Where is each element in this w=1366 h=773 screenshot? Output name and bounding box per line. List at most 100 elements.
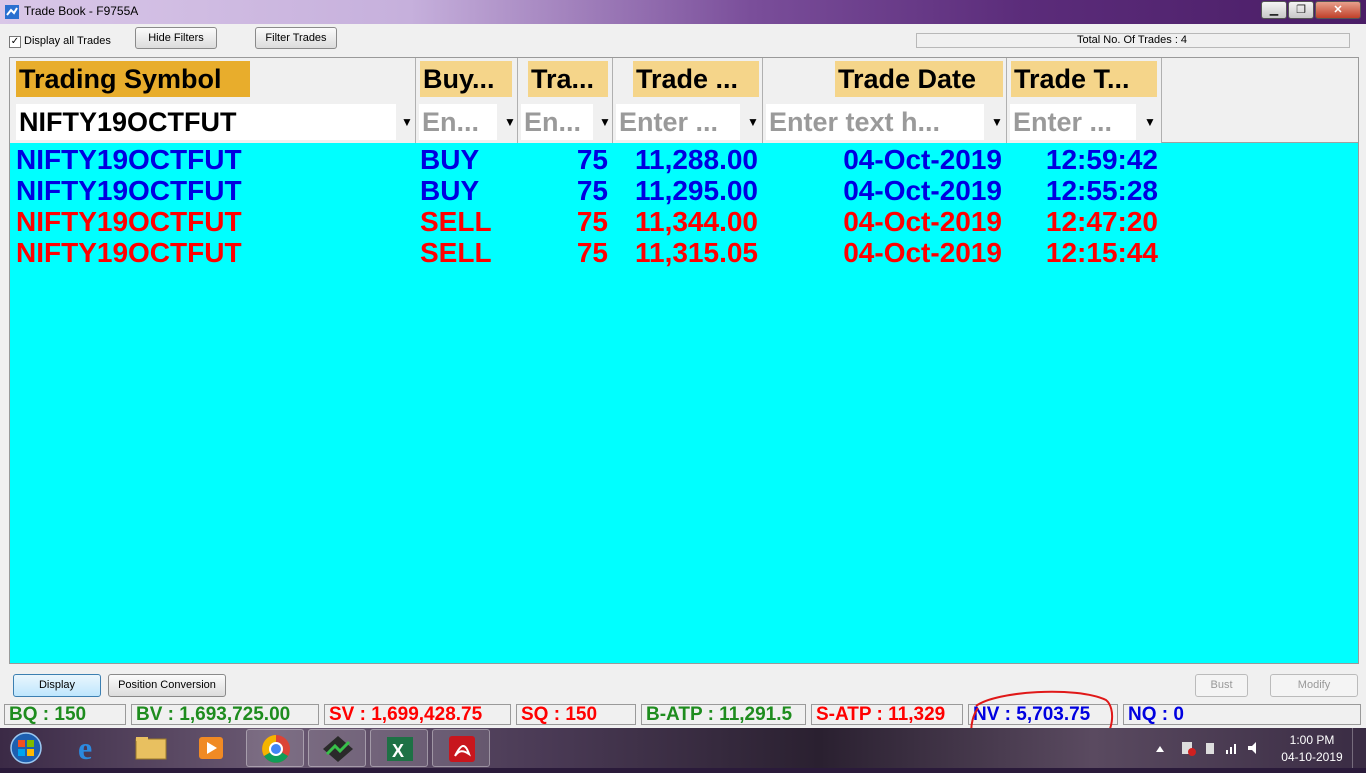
filter-trades-button[interactable]: Filter Trades <box>255 27 337 49</box>
cell-qty: 75 <box>576 144 608 175</box>
column-header-label: Tra... <box>528 61 608 97</box>
filter-cell-trade-date: Enter text h... ▼ <box>763 101 1007 143</box>
clock-date[interactable]: 04-10-2019 <box>1278 750 1346 764</box>
cell-price: 11,288.00 <box>634 144 758 175</box>
filter-cell-trade-price: Enter ... ▼ <box>613 101 763 143</box>
column-header-buy-sell[interactable]: Buy... <box>416 58 518 101</box>
display-all-trades-checkbox[interactable]: ✓ <box>9 36 21 48</box>
cell-symbol: NIFTY19OCTFUT <box>16 206 242 237</box>
app-icon <box>5 5 19 19</box>
cell-price: 11,344.00 <box>634 206 758 237</box>
hide-filters-button[interactable]: Hide Filters <box>135 27 217 49</box>
status-nq: NQ : 0 <box>1123 704 1361 725</box>
cell-side: SELL <box>420 237 492 268</box>
column-header-label: Trade T... <box>1011 61 1157 97</box>
cell-date: 04-Oct-2019 <box>843 175 1002 206</box>
column-header-trade-qty[interactable]: Tra... <box>518 58 613 101</box>
start-orb-icon[interactable] <box>0 729 54 767</box>
cell-date: 04-Oct-2019 <box>843 206 1002 237</box>
status-b-atp: B-ATP : 11,291.5 <box>641 704 806 725</box>
maximize-button[interactable]: ❐ <box>1288 1 1314 19</box>
cell-symbol: NIFTY19OCTFUT <box>16 175 242 206</box>
filter-funnel-icon[interactable]: ▼ <box>747 115 759 129</box>
column-header-trade-date[interactable]: Trade Date <box>763 58 1007 101</box>
cell-time: 12:55:28 <box>1045 175 1158 206</box>
status-bq: BQ : 150 <box>4 704 126 725</box>
cell-side: BUY <box>420 175 480 206</box>
bust-button[interactable]: Bust <box>1195 674 1248 697</box>
cell-side: SELL <box>420 206 492 237</box>
cell-side: BUY <box>420 144 480 175</box>
filter-input-trade-date[interactable]: Enter text h... <box>766 104 984 140</box>
trading-terminal-icon[interactable] <box>308 729 366 767</box>
position-conversion-button[interactable]: Position Conversion <box>108 674 226 697</box>
filter-cell-buy-sell: En... ▼ <box>416 101 518 143</box>
table-row[interactable]: NIFTY19OCTFUT BUY 75 11,295.00 04-Oct-20… <box>10 175 1358 206</box>
filter-funnel-icon[interactable]: ▼ <box>401 115 413 129</box>
filter-input-trade-price[interactable]: Enter ... <box>616 104 740 140</box>
column-header-label: Trade Date <box>835 61 1003 97</box>
trade-book-window: Trade Book - F9755A ▁ ❐ ✕ ✓ Display all … <box>0 0 1366 728</box>
grid-header-row: Trading Symbol Buy... Tra... Trade ... T… <box>10 58 1358 101</box>
column-header-label: Buy... <box>420 61 512 97</box>
chrome-icon[interactable] <box>246 729 304 767</box>
column-header-trade-price[interactable]: Trade ... <box>613 58 763 101</box>
cell-time: 12:47:20 <box>1045 206 1158 237</box>
status-bar: BQ : 150 BV : 1,693,725.00 SV : 1,699,42… <box>0 704 1366 728</box>
cell-qty: 75 <box>576 175 608 206</box>
cell-qty: 75 <box>576 206 608 237</box>
filter-cell-trade-time: Enter ... ▼ <box>1007 101 1162 143</box>
cell-symbol: NIFTY19OCTFUT <box>16 144 242 175</box>
internet-explorer-icon[interactable]: e <box>60 729 118 767</box>
status-bv: BV : 1,693,725.00 <box>131 704 319 725</box>
filter-funnel-icon[interactable]: ▼ <box>504 115 516 129</box>
media-player-icon[interactable] <box>182 729 240 767</box>
cell-time: 12:59:42 <box>1045 144 1158 175</box>
cell-date: 04-Oct-2019 <box>843 144 1002 175</box>
close-button[interactable]: ✕ <box>1315 1 1361 19</box>
minimize-button[interactable]: ▁ <box>1261 1 1287 19</box>
filter-input-buy-sell[interactable]: En... <box>419 104 497 140</box>
cell-qty: 75 <box>576 237 608 268</box>
grid-filter-row: NIFTY19OCTFUT ▼ En... ▼ En... ▼ Enter ..… <box>10 101 1358 143</box>
filter-funnel-icon[interactable]: ▼ <box>1144 115 1156 129</box>
column-header-label: Trading Symbol <box>16 61 250 97</box>
status-sv: SV : 1,699,428.75 <box>324 704 511 725</box>
cell-time: 12:15:44 <box>1045 237 1158 268</box>
filter-funnel-icon[interactable]: ▼ <box>599 115 611 129</box>
modify-button[interactable]: Modify <box>1270 674 1358 697</box>
acrobat-icon[interactable] <box>432 729 490 767</box>
table-row[interactable]: NIFTY19OCTFUT SELL 75 11,315.05 04-Oct-2… <box>10 237 1358 268</box>
cell-price: 11,315.05 <box>634 237 758 268</box>
filter-funnel-icon[interactable]: ▼ <box>991 115 1003 129</box>
total-trades-count: Total No. Of Trades : 4 <box>916 33 1350 48</box>
display-all-trades-label[interactable]: Display all Trades <box>24 35 111 47</box>
display-button[interactable]: Display <box>13 674 101 697</box>
taskbar: e X 1:00 PM 04-10-2019 <box>0 728 1366 768</box>
table-row[interactable]: NIFTY19OCTFUT BUY 75 11,288.00 04-Oct-20… <box>10 144 1358 175</box>
show-desktop-button[interactable] <box>1352 728 1366 768</box>
title-bar[interactable]: Trade Book - F9755A ▁ ❐ ✕ <box>0 0 1366 24</box>
tray-expand-icon <box>1156 746 1164 752</box>
clock-time[interactable]: 1:00 PM <box>1282 733 1342 747</box>
cell-price: 11,295.00 <box>634 175 758 206</box>
table-row[interactable]: NIFTY19OCTFUT SELL 75 11,344.00 04-Oct-2… <box>10 206 1358 237</box>
action-bar: Display Position Conversion Bust Modify <box>0 668 1366 704</box>
filter-input-trade-time[interactable]: Enter ... <box>1010 104 1136 140</box>
cell-date: 04-Oct-2019 <box>843 237 1002 268</box>
column-header-label: Trade ... <box>633 61 759 97</box>
filter-cell-trade-qty: En... ▼ <box>518 101 613 143</box>
column-header-trade-time[interactable]: Trade T... <box>1007 58 1162 101</box>
window-title: Trade Book - F9755A <box>24 4 139 18</box>
cell-symbol: NIFTY19OCTFUT <box>16 237 242 268</box>
filter-input-trade-qty[interactable]: En... <box>521 104 593 140</box>
svg-text:X: X <box>392 741 404 761</box>
svg-text:e: e <box>78 730 92 766</box>
column-header-trading-symbol[interactable]: Trading Symbol <box>10 58 416 101</box>
status-s-atp: S-ATP : 11,329 <box>811 704 963 725</box>
file-explorer-icon[interactable] <box>122 729 180 767</box>
filter-input-trading-symbol[interactable]: NIFTY19OCTFUT <box>16 104 396 140</box>
excel-icon[interactable]: X <box>370 729 428 767</box>
status-sq: SQ : 150 <box>516 704 636 725</box>
trades-grid: Trading Symbol Buy... Tra... Trade ... T… <box>9 57 1359 664</box>
